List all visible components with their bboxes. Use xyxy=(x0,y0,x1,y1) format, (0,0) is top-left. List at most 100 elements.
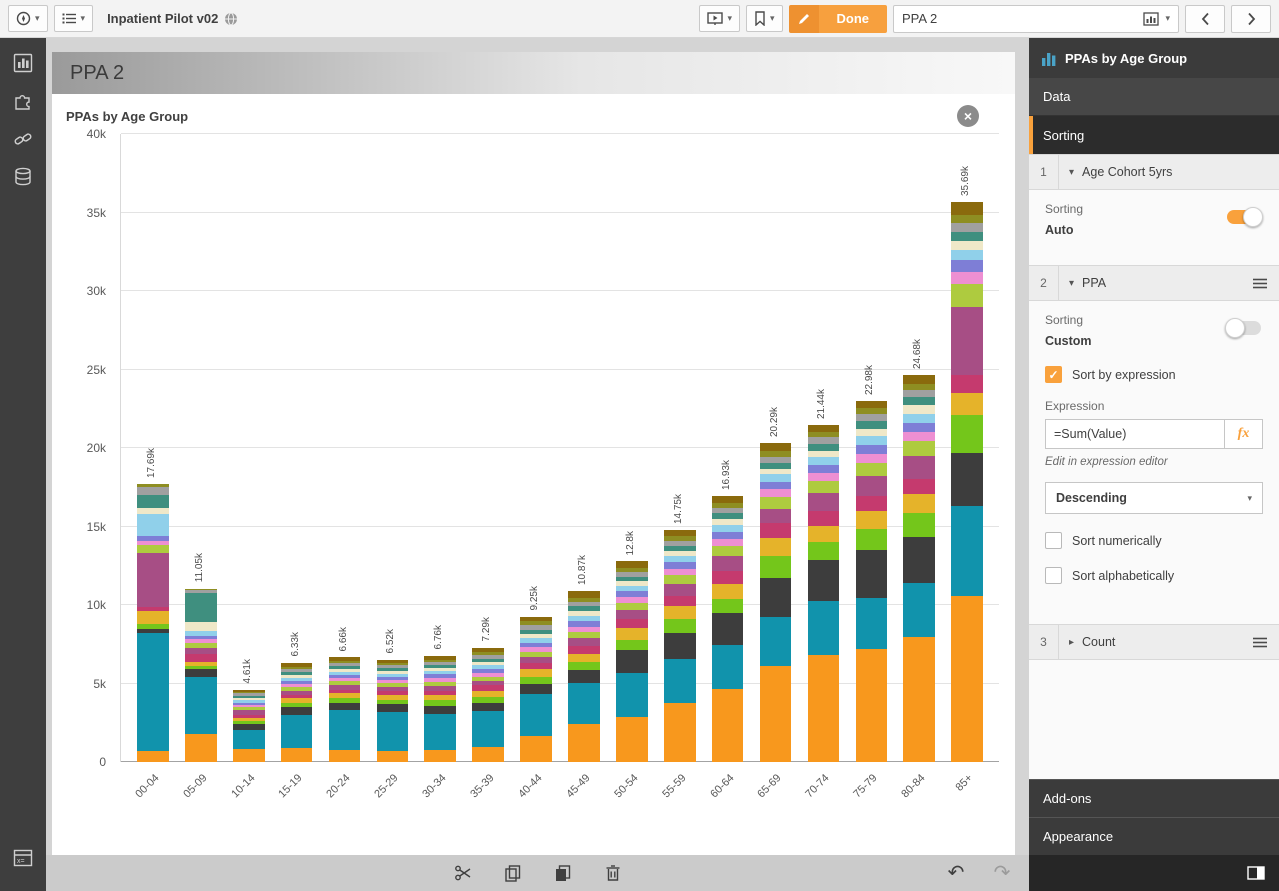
app-title[interactable]: Inpatient Pilot v02 xyxy=(107,11,238,26)
segment-teal[interactable] xyxy=(760,617,792,666)
segment-teal[interactable] xyxy=(616,673,648,718)
segment-lightblue[interactable] xyxy=(951,250,983,261)
segment-orange[interactable] xyxy=(712,689,744,762)
section-addons[interactable]: Add-ons xyxy=(1029,779,1279,817)
segment-orange[interactable] xyxy=(329,750,361,762)
bar-10-14[interactable] xyxy=(233,690,265,762)
segment-lime[interactable] xyxy=(856,529,888,550)
segment-darkgray[interactable] xyxy=(377,704,409,712)
segment-orange[interactable] xyxy=(808,655,840,762)
segment-crimson[interactable] xyxy=(760,523,792,538)
segment-periwinkle[interactable] xyxy=(808,465,840,473)
segment-mauve[interactable] xyxy=(664,584,696,596)
segment-yellowgreen[interactable] xyxy=(616,603,648,610)
bar-80-84[interactable] xyxy=(903,375,935,762)
segment-orange[interactable] xyxy=(951,596,983,762)
sort-order-dropdown[interactable]: Descending ▾ xyxy=(1045,482,1263,514)
section-data[interactable]: Data xyxy=(1029,78,1279,116)
delete-chart-icon[interactable]: × xyxy=(957,105,979,127)
bar-65-69[interactable] xyxy=(760,443,792,762)
bar-60-64[interactable] xyxy=(712,496,744,762)
segment-lime[interactable] xyxy=(568,662,600,670)
expression-editor-button[interactable]: fx xyxy=(1225,419,1263,449)
edit-in-expression-editor-link[interactable]: Edit in expression editor xyxy=(1045,456,1263,468)
segment-orange[interactable] xyxy=(185,734,217,762)
segment-mauve[interactable] xyxy=(903,456,935,479)
segment-teal[interactable] xyxy=(520,694,552,737)
custom-objects-icon[interactable] xyxy=(0,82,46,120)
segment-orange[interactable] xyxy=(424,750,456,762)
segment-yellowgreen[interactable] xyxy=(137,545,169,553)
segment-crimson[interactable] xyxy=(185,654,217,661)
drag-handle-icon[interactable] xyxy=(1253,637,1267,648)
bar-35-39[interactable] xyxy=(472,648,504,762)
segment-mauve[interactable] xyxy=(712,556,744,571)
sort-by-expression-checkbox[interactable]: ✓ xyxy=(1045,366,1062,383)
segment-teal[interactable] xyxy=(712,645,744,689)
segment-yellowgreen[interactable] xyxy=(760,497,792,509)
segment-amber[interactable] xyxy=(951,393,983,416)
bookmarks-button[interactable]: ▾ xyxy=(746,5,783,32)
segment-darkgold[interactable] xyxy=(616,561,648,568)
segment-amber[interactable] xyxy=(616,628,648,640)
section-appearance[interactable]: Appearance xyxy=(1029,817,1279,855)
segment-ivory[interactable] xyxy=(903,405,935,413)
bar-25-29[interactable] xyxy=(377,660,409,762)
cut-icon[interactable] xyxy=(452,862,474,884)
segment-mauve[interactable] xyxy=(951,307,983,375)
segment-lightblue[interactable] xyxy=(808,457,840,464)
segment-gray[interactable] xyxy=(903,390,935,398)
sort-numerically-checkbox[interactable] xyxy=(1045,532,1062,549)
segment-ivory[interactable] xyxy=(185,622,217,631)
segment-crimson[interactable] xyxy=(808,511,840,526)
segment-olive[interactable] xyxy=(951,215,983,223)
segment-orange[interactable] xyxy=(616,717,648,762)
segment-darkgray[interactable] xyxy=(712,613,744,645)
segment-amber[interactable] xyxy=(808,526,840,542)
expression-input[interactable] xyxy=(1045,419,1225,449)
bar-85+[interactable] xyxy=(951,202,983,762)
segment-lime[interactable] xyxy=(664,619,696,632)
undo-icon[interactable]: ↶ xyxy=(945,862,967,884)
master-items-database-icon[interactable] xyxy=(0,158,46,196)
delete-icon[interactable] xyxy=(602,862,624,884)
segment-orange[interactable] xyxy=(760,666,792,762)
segment-darkgray[interactable] xyxy=(856,550,888,598)
segment-pink[interactable] xyxy=(856,454,888,463)
segment-darkgray[interactable] xyxy=(903,537,935,582)
segment-lightblue[interactable] xyxy=(760,474,792,481)
segment-lime[interactable] xyxy=(712,599,744,614)
copy-icon[interactable] xyxy=(502,862,524,884)
segment-darkgray[interactable] xyxy=(281,707,313,715)
segment-amber[interactable] xyxy=(856,511,888,529)
segment-yellowgreen[interactable] xyxy=(903,441,935,456)
segment-pink[interactable] xyxy=(951,272,983,284)
segment-tealgreen[interactable] xyxy=(903,397,935,405)
segment-darkgold[interactable] xyxy=(760,443,792,451)
segment-lime[interactable] xyxy=(616,640,648,650)
segment-gray[interactable] xyxy=(137,487,169,495)
segment-teal[interactable] xyxy=(185,677,217,734)
bar-70-74[interactable] xyxy=(808,425,840,762)
redo-icon[interactable]: ↷ xyxy=(991,862,1013,884)
segment-pink[interactable] xyxy=(712,539,744,546)
done-button[interactable]: Done xyxy=(789,5,888,33)
segment-lightblue[interactable] xyxy=(856,436,888,444)
segment-pink[interactable] xyxy=(903,432,935,441)
segment-crimson[interactable] xyxy=(568,646,600,654)
segment-lightblue[interactable] xyxy=(903,414,935,423)
segment-darkgray[interactable] xyxy=(568,670,600,683)
segment-pink[interactable] xyxy=(808,473,840,481)
segment-teal[interactable] xyxy=(856,598,888,649)
segment-yellowgreen[interactable] xyxy=(808,481,840,493)
custom-sorting-toggle[interactable] xyxy=(1227,321,1261,335)
segment-teal[interactable] xyxy=(137,633,169,751)
segment-periwinkle[interactable] xyxy=(664,562,696,569)
variables-table-icon[interactable]: x= xyxy=(0,839,46,877)
segment-yellowgreen[interactable] xyxy=(951,284,983,307)
segment-teal[interactable] xyxy=(903,583,935,637)
segment-orange[interactable] xyxy=(233,749,265,762)
drag-handle-icon[interactable] xyxy=(1253,278,1267,289)
segment-ivory[interactable] xyxy=(856,429,888,437)
bar-00-04[interactable] xyxy=(137,484,169,762)
